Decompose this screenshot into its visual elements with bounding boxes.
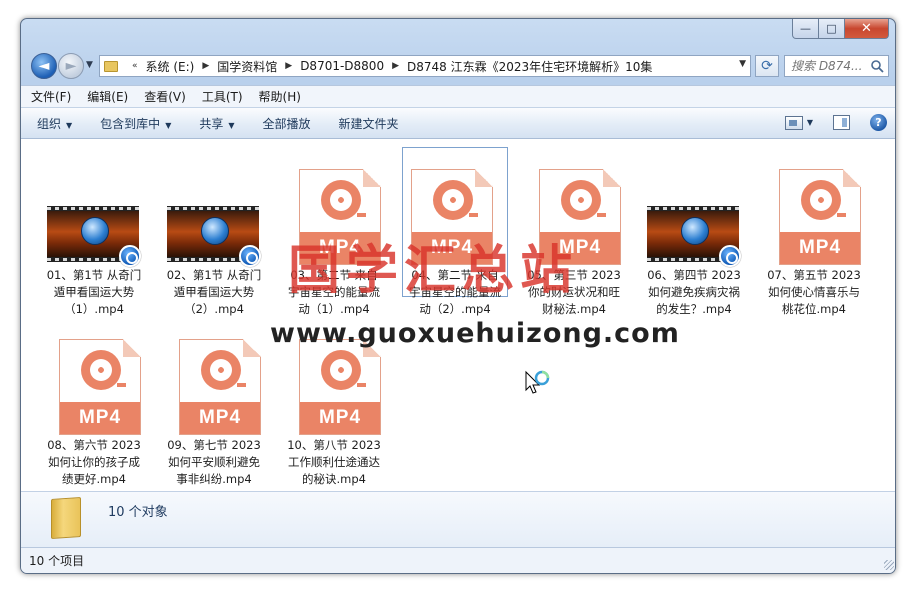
watermark-url: www.guoxuehuizong.com xyxy=(270,318,680,349)
file-item[interactable]: 01、第1节 从奇门遁甲看国运大势（1）.mp4 xyxy=(41,161,147,329)
file-thumbnail: MP4 xyxy=(761,161,867,265)
resize-grip-icon[interactable] xyxy=(884,560,894,570)
media-orb-icon xyxy=(81,217,109,245)
organize-label: 组织 xyxy=(37,116,62,131)
breadcrumb-library[interactable]: 国学资料馆 xyxy=(217,58,277,75)
media-player-badge-icon xyxy=(119,245,141,267)
menu-file[interactable]: 文件(F) xyxy=(31,88,71,105)
details-pane: 10 个对象 xyxy=(21,491,895,547)
file-item[interactable]: MP4 10、第八节 2023工作顺利仕途通达的秘诀.mp4 xyxy=(281,331,387,499)
status-bar: 10 个项目 xyxy=(21,547,895,573)
breadcrumb-drive[interactable]: 系统 (E:) xyxy=(146,58,195,75)
minimize-button[interactable]: — xyxy=(792,19,819,39)
film-reel-icon xyxy=(321,350,366,390)
search-icon[interactable] xyxy=(870,59,884,73)
file-name: 10、第八节 2023工作顺利仕途通达的秘诀.mp4 xyxy=(287,438,381,486)
folder-icon xyxy=(104,60,118,72)
file-thumbnail xyxy=(41,161,147,267)
play-all-button[interactable]: 全部播放 xyxy=(263,115,311,132)
film-reel-icon xyxy=(561,180,606,220)
dropdown-arrow-icon: ▼ xyxy=(165,120,172,130)
file-thumbnail xyxy=(161,161,267,267)
file-item[interactable]: MP4 07、第五节 2023如何使心情喜乐与桃花位.mp4 xyxy=(761,161,867,329)
mp4-badge: MP4 xyxy=(300,402,380,434)
search-box[interactable] xyxy=(784,55,889,77)
media-player-badge-icon xyxy=(239,245,261,267)
breadcrumb-range[interactable]: D8701-D8800 xyxy=(300,59,384,73)
file-item[interactable]: MP4 09、第七节 2023如何平安顺利避免事非纠纷.mp4 xyxy=(161,331,267,499)
mp4-file-icon: MP4 xyxy=(179,339,261,435)
forward-button[interactable]: ► xyxy=(58,53,84,79)
file-item[interactable]: 02、第1节 从奇门遁甲看国运大势（2）.mp4 xyxy=(161,161,267,329)
organize-button[interactable]: 组织 ▼ xyxy=(37,115,72,132)
film-reel-icon xyxy=(321,180,366,220)
file-name: 08、第六节 2023如何让你的孩子成绩更好.mp4 xyxy=(47,438,141,486)
caption-buttons: — □ ✕ xyxy=(792,19,889,39)
menu-edit[interactable]: 编辑(E) xyxy=(87,88,128,105)
film-reel-icon xyxy=(201,350,246,390)
refresh-icon: ⟳ xyxy=(761,58,773,74)
busy-cursor-icon xyxy=(525,370,550,394)
file-thumbnail xyxy=(641,161,747,267)
film-reel-icon xyxy=(433,180,478,220)
include-in-library-button[interactable]: 包含到库中 ▼ xyxy=(100,115,171,132)
back-button[interactable]: ◄ xyxy=(31,53,57,79)
command-bar: 组织 ▼ 包含到库中 ▼ 共享 ▼ 全部播放 新建文件夹 ▼ ? xyxy=(21,107,895,139)
media-orb-icon xyxy=(681,217,709,245)
overflow-chevron-icon[interactable]: « xyxy=(132,61,138,71)
file-thumbnail: MP4 xyxy=(161,331,267,435)
refresh-button[interactable]: ⟳ xyxy=(755,55,779,77)
file-list[interactable]: 01、第1节 从奇门遁甲看国运大势（1）.mp4 02、第1节 从奇门遁甲看国运… xyxy=(21,139,895,491)
breadcrumb-separator-icon[interactable]: ▶ xyxy=(202,61,209,71)
menu-view[interactable]: 查看(V) xyxy=(144,88,186,105)
folder-icon xyxy=(51,496,81,540)
watermark-title: 国学汇总站 xyxy=(288,241,579,301)
share-button[interactable]: 共享 ▼ xyxy=(199,115,234,132)
menu-bar: 文件(F) 编辑(E) 查看(V) 工具(T) 帮助(H) xyxy=(21,85,895,107)
breadcrumb-separator-icon[interactable]: ▶ xyxy=(392,61,399,71)
mp4-file-icon: MP4 xyxy=(59,339,141,435)
mp4-file-icon: MP4 xyxy=(299,339,381,435)
include-library-label: 包含到库中 xyxy=(100,116,161,131)
breadcrumb-current-folder[interactable]: D8748 江东霖《2023年住宅环境解析》10集 xyxy=(407,58,652,75)
view-controls: ▼ ? xyxy=(784,114,887,131)
new-folder-button[interactable]: 新建文件夹 xyxy=(339,115,399,132)
file-name: 01、第1节 从奇门遁甲看国运大势（1）.mp4 xyxy=(46,268,142,316)
menu-help[interactable]: 帮助(H) xyxy=(259,88,301,105)
media-orb-icon xyxy=(201,217,229,245)
navigation-row: ◄ ► ▼ « 系统 (E:) ▶ 国学资料馆 ▶ D8701-D8800 ▶ … xyxy=(29,52,889,80)
menu-tools[interactable]: 工具(T) xyxy=(202,88,243,105)
dropdown-arrow-icon: ▼ xyxy=(228,120,235,130)
view-options-arrow-icon[interactable]: ▼ xyxy=(807,118,813,127)
file-name: 09、第七节 2023如何平安顺利避免事非纠纷.mp4 xyxy=(167,438,261,486)
file-item[interactable]: MP4 08、第六节 2023如何让你的孩子成绩更好.mp4 xyxy=(41,331,147,499)
address-history-chevron-icon[interactable]: ▼ xyxy=(739,59,746,69)
help-icon[interactable]: ? xyxy=(870,114,887,131)
close-button[interactable]: ✕ xyxy=(845,19,889,39)
breadcrumb-separator-icon[interactable]: ▶ xyxy=(285,61,292,71)
mp4-file-icon: MP4 xyxy=(779,169,861,265)
file-name: 07、第五节 2023如何使心情喜乐与桃花位.mp4 xyxy=(767,268,861,316)
media-player-badge-icon xyxy=(719,245,741,267)
film-reel-icon xyxy=(81,350,126,390)
preview-pane-icon[interactable] xyxy=(833,115,850,130)
maximize-button[interactable]: □ xyxy=(819,19,845,39)
details-item-count: 10 个对象 xyxy=(108,505,168,520)
file-name: 02、第1节 从奇门遁甲看国运大势（2）.mp4 xyxy=(166,268,262,316)
search-input[interactable] xyxy=(791,59,871,73)
status-item-count: 10 个项目 xyxy=(29,554,85,568)
mp4-badge: MP4 xyxy=(180,402,260,434)
recent-pages-dropdown[interactable]: ▼ xyxy=(86,60,93,70)
address-bar[interactable]: « 系统 (E:) ▶ 国学资料馆 ▶ D8701-D8800 ▶ D8748 … xyxy=(99,55,751,77)
file-thumbnail: MP4 xyxy=(41,331,147,435)
file-name: 06、第四节 2023如何避免疾病灾祸的发生？.mp4 xyxy=(647,268,741,316)
change-view-icon[interactable] xyxy=(784,115,803,130)
file-item[interactable]: 06、第四节 2023如何避免疾病灾祸的发生？.mp4 xyxy=(641,161,747,329)
mp4-badge: MP4 xyxy=(60,402,140,434)
dropdown-arrow-icon: ▼ xyxy=(66,120,73,130)
share-label: 共享 xyxy=(199,116,224,131)
film-reel-icon xyxy=(801,180,846,220)
mp4-badge: MP4 xyxy=(780,232,860,264)
